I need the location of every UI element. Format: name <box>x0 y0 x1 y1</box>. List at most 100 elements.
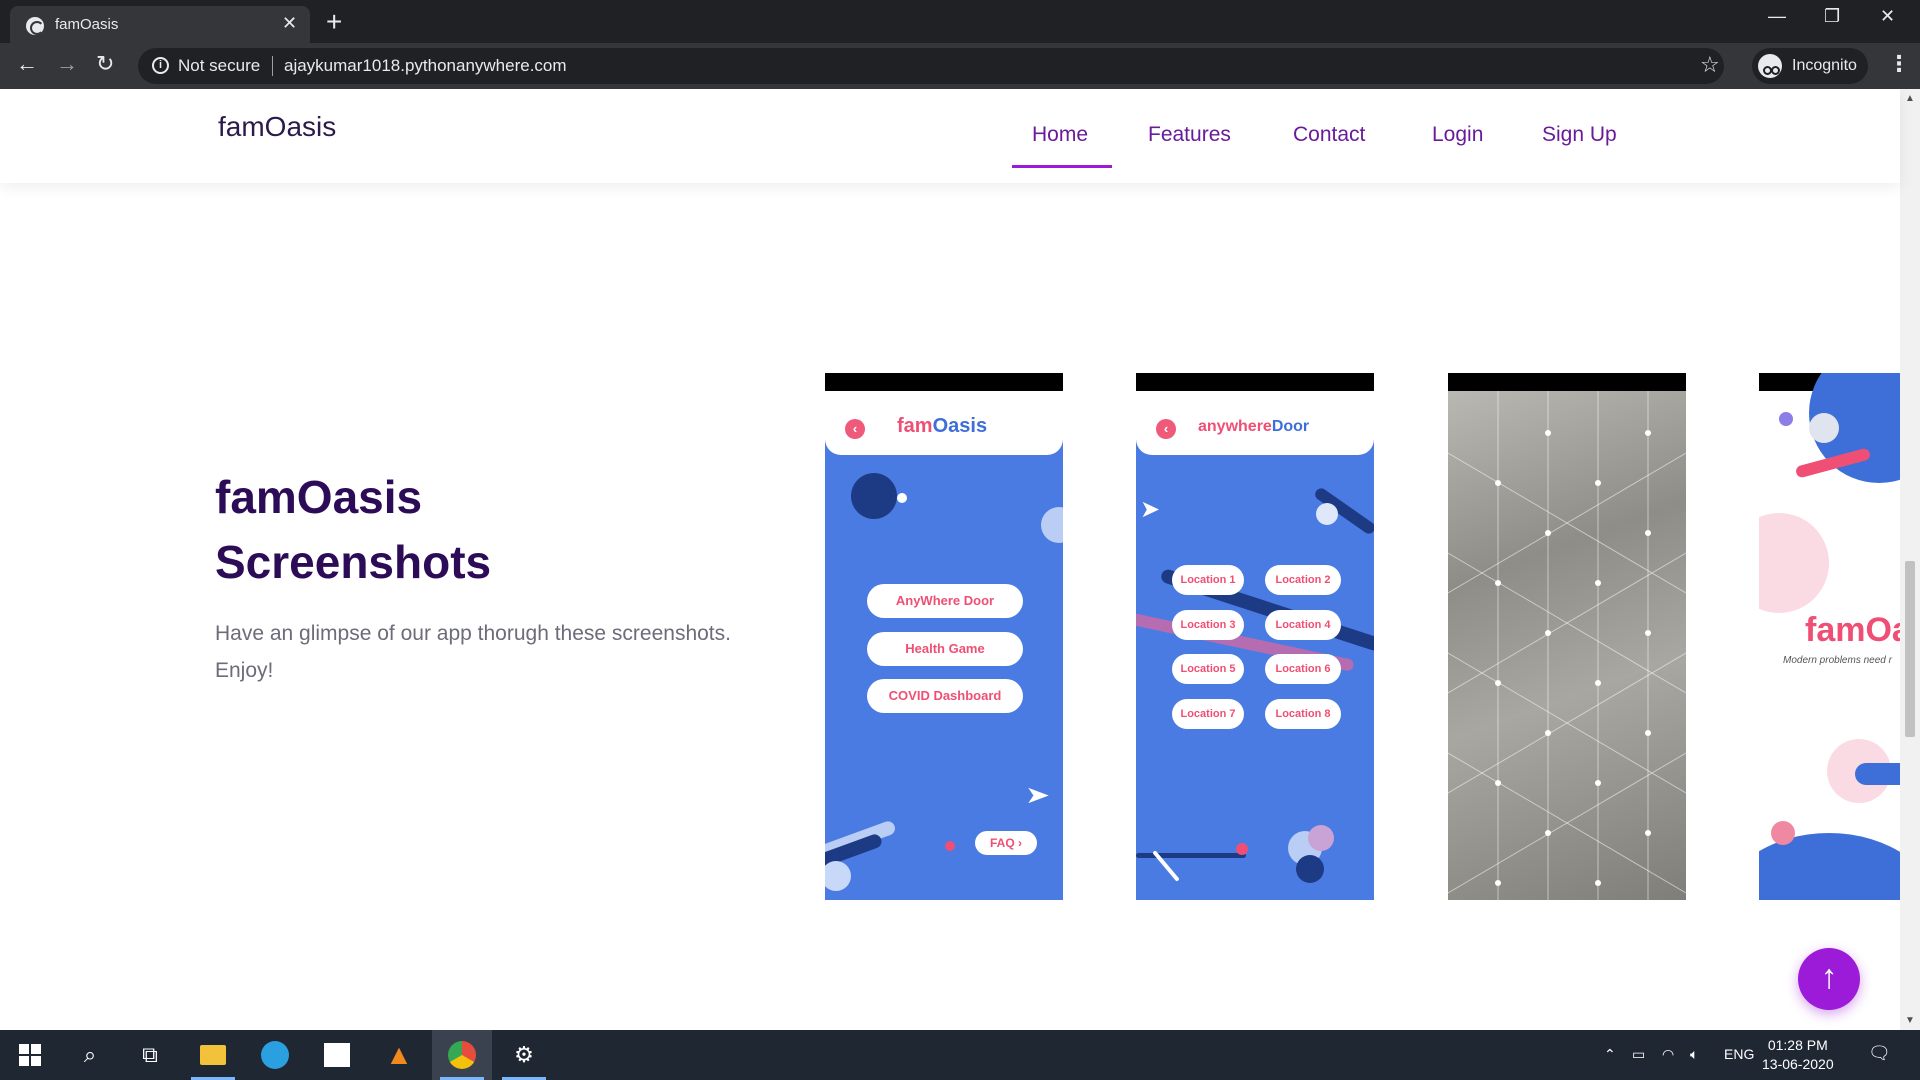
tray-chevron-icon[interactable]: ⌃ <box>1604 1046 1616 1063</box>
clock[interactable]: 01:28 PM 13-06-2020 <box>1762 1036 1834 1074</box>
section-heading: famOasis Screenshots <box>215 465 615 595</box>
scroll-down-icon[interactable]: ▼ <box>1905 1015 1915 1026</box>
app-header: ‹ famOasis <box>825 391 1063 455</box>
browser-chrome: famOasis ✕ + — ❐ ✕ ← → ↻ i Not secure aj… <box>0 0 1920 89</box>
active-nav-indicator <box>1012 165 1112 168</box>
app-header: ‹ anywhereDoor <box>1136 391 1374 455</box>
decor-circle <box>851 473 897 519</box>
decor-dot <box>897 493 907 503</box>
arrow-icon: ➤ <box>1025 782 1051 809</box>
task-view-icon[interactable]: ⧉ <box>120 1030 180 1080</box>
app-screenshot-camera[interactable] <box>1448 373 1686 900</box>
brand-logo[interactable]: famOasis <box>218 111 336 143</box>
nav-signup[interactable]: Sign Up <box>1542 123 1617 147</box>
close-tab-icon[interactable]: ✕ <box>282 13 297 34</box>
reload-icon[interactable]: ↻ <box>96 51 114 77</box>
app-title-a: anywhere <box>1198 418 1272 435</box>
page-scrollbar[interactable]: ▲ ▼ <box>1900 89 1920 1030</box>
location-5-button: Location 5 <box>1172 654 1244 684</box>
scroll-up-icon[interactable]: ▲ <box>1905 93 1915 104</box>
heading-line-2: Screenshots <box>215 536 492 588</box>
location-8-button: Location 8 <box>1265 699 1341 729</box>
decor-circle <box>1041 507 1063 543</box>
decor-circle <box>1759 513 1829 613</box>
clock-time: 01:28 PM <box>1767 1037 1828 1053</box>
anywhere-door-button: AnyWhere Door <box>867 584 1023 618</box>
incognito-icon <box>1758 54 1782 78</box>
decor-dot <box>1236 843 1248 855</box>
decor-dot <box>1771 821 1795 845</box>
app-title: famOasis <box>897 415 987 438</box>
nav-home[interactable]: Home <box>1032 123 1088 147</box>
app-screenshot-anywhere-door[interactable]: ‹ anywhereDoor ➤ Location 1 Location 2 L… <box>1136 373 1374 900</box>
globe-icon <box>26 17 44 35</box>
vlc-icon[interactable]: ▲ <box>369 1030 429 1080</box>
splash-title: famOa <box>1805 611 1900 649</box>
location-4-button: Location 4 <box>1265 610 1341 640</box>
location-1-button: Location 1 <box>1172 565 1244 595</box>
menu-icon[interactable]: ⋮ <box>1888 51 1910 77</box>
phone-status-bar <box>1136 373 1374 391</box>
notifications-icon[interactable]: 🗨︎ <box>1868 1043 1891 1064</box>
faq-button: FAQ › <box>975 831 1037 855</box>
subtext-line-1: Have an glimpse of our app thorugh these… <box>215 622 731 645</box>
back-icon[interactable]: ← <box>16 51 38 77</box>
back-icon: ‹ <box>845 419 865 439</box>
volume-icon[interactable]: 🔈︎ <box>1690 1046 1698 1063</box>
nav-features[interactable]: Features <box>1148 123 1231 147</box>
restore-icon[interactable]: ❐ <box>1824 6 1840 27</box>
edge-icon[interactable] <box>245 1030 305 1080</box>
windows-start-icon[interactable] <box>0 1030 60 1080</box>
covid-dashboard-button: COVID Dashboard <box>867 679 1023 713</box>
language-indicator[interactable]: ENG <box>1724 1046 1754 1062</box>
health-game-button: Health Game <box>867 632 1023 666</box>
chrome-icon[interactable] <box>432 1030 492 1080</box>
subtext-line-2: Enjoy! <box>215 659 274 682</box>
not-secure-label[interactable]: Not secure <box>178 56 260 76</box>
arrow-icon: ➤ <box>1140 496 1161 523</box>
decor-dot <box>1779 412 1793 426</box>
web-page: famOasis Home Features Contact Login Sig… <box>0 89 1920 1030</box>
decor-circle <box>1316 503 1338 525</box>
app-screenshot-home[interactable]: ‹ famOasis AnyWhere Door Health Game COV… <box>825 373 1063 900</box>
scrollbar-thumb[interactable] <box>1905 561 1915 737</box>
app-title-a: fam <box>897 415 933 437</box>
location-2-button: Location 2 <box>1265 565 1341 595</box>
minimize-icon[interactable]: — <box>1768 6 1786 27</box>
address-bar[interactable]: i Not secure ajaykumar1018.pythonanywher… <box>138 48 1724 84</box>
forward-icon[interactable]: → <box>56 51 78 77</box>
nav-login[interactable]: Login <box>1432 123 1483 147</box>
decor-circle <box>1809 413 1839 443</box>
search-icon[interactable]: ⌕ <box>60 1030 120 1080</box>
info-icon[interactable]: i <box>152 57 169 74</box>
browser-tab[interactable]: famOasis ✕ <box>10 6 310 43</box>
location-6-button: Location 6 <box>1265 654 1341 684</box>
close-window-icon[interactable]: ✕ <box>1880 6 1895 27</box>
section-subtext: Have an glimpse of our app thorugh these… <box>215 615 795 689</box>
location-3-button: Location 3 <box>1172 610 1244 640</box>
back-icon: ‹ <box>1156 419 1176 439</box>
site-navbar: famOasis Home Features Contact Login Sig… <box>0 89 1900 183</box>
ar-grid-overlay <box>1448 391 1686 900</box>
file-explorer-icon[interactable] <box>183 1030 243 1080</box>
battery-icon[interactable]: ▭ <box>1632 1046 1645 1063</box>
tab-title: famOasis <box>55 16 119 33</box>
star-icon[interactable]: ☆ <box>1700 52 1720 78</box>
settings-app-icon[interactable]: ⚙ <box>494 1030 554 1080</box>
wifi-icon[interactable]: ◠ <box>1662 1046 1674 1063</box>
phone-status-bar <box>825 373 1063 391</box>
app-screenshot-splash[interactable]: famOa Modern problems need r <box>1759 373 1900 900</box>
app-title-b: Oasis <box>932 415 988 437</box>
omnibox-divider <box>272 56 273 76</box>
store-icon[interactable] <box>307 1030 367 1080</box>
decor-circle <box>825 861 851 891</box>
browser-toolbar: ← → ↻ i Not secure ajaykumar1018.pythona… <box>0 43 1920 89</box>
decor-bar <box>1855 763 1900 785</box>
nav-contact[interactable]: Contact <box>1293 123 1365 147</box>
splash-tagline: Modern problems need r <box>1783 655 1892 666</box>
app-title: anywhereDoor <box>1198 418 1309 436</box>
new-tab-icon[interactable]: + <box>326 6 342 38</box>
url-text[interactable]: ajaykumar1018.pythonanywhere.com <box>284 56 567 76</box>
incognito-badge[interactable]: Incognito <box>1752 48 1868 84</box>
scroll-to-top-button[interactable]: ↑ <box>1798 948 1860 1010</box>
